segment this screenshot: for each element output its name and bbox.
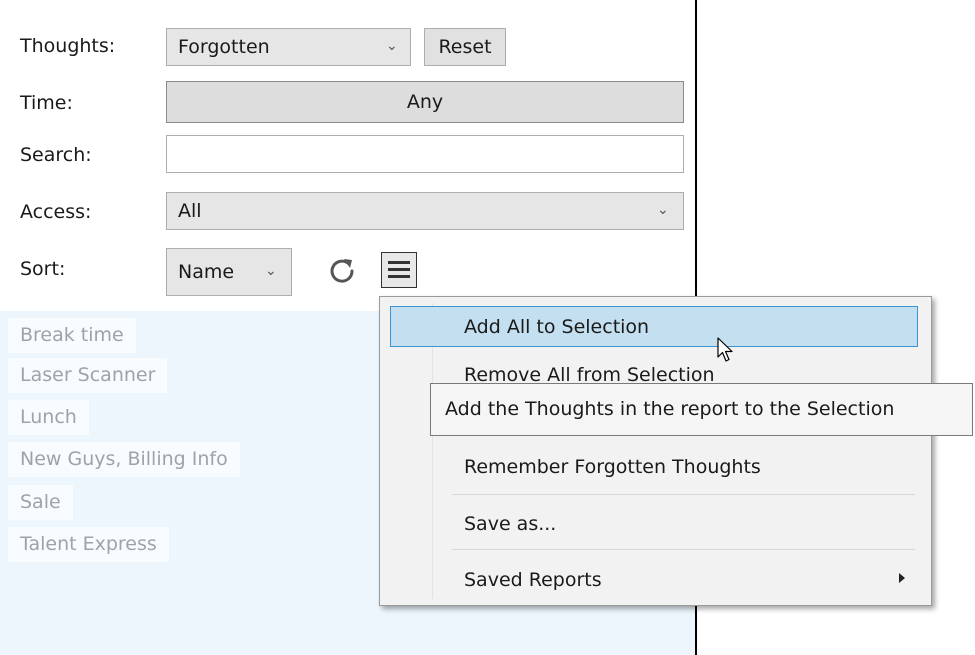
menu-item-saved-reports[interactable]: Saved Reports	[464, 568, 602, 592]
list-item[interactable]: Laser Scanner	[8, 358, 168, 393]
mouse-pointer-icon	[717, 337, 737, 363]
search-input[interactable]	[166, 135, 684, 173]
chevron-down-icon: ⌄	[386, 38, 398, 54]
sort-dropdown-value: Name	[178, 261, 235, 283]
menu-gutter	[432, 303, 433, 599]
tooltip: Add the Thoughts in the report to the Se…	[430, 383, 973, 436]
list-item[interactable]: Break time	[8, 318, 136, 353]
refresh-icon[interactable]	[326, 254, 358, 286]
menu-item-save-as[interactable]: Save as...	[464, 512, 556, 536]
triangle-right-icon	[899, 573, 905, 583]
list-item[interactable]: New Guys, Billing Info	[8, 442, 240, 477]
list-item[interactable]: Lunch	[8, 400, 89, 435]
menu-item-remember-forgotten-thoughts[interactable]: Remember Forgotten Thoughts	[464, 455, 761, 479]
access-dropdown-value: All	[178, 200, 202, 222]
thoughts-dropdown[interactable]: Forgotten ⌄	[166, 28, 411, 66]
sort-label: Sort:	[20, 258, 66, 280]
search-label: Search:	[20, 144, 92, 166]
access-dropdown[interactable]: All ⌄	[166, 192, 684, 230]
thoughts-dropdown-value: Forgotten	[178, 36, 270, 58]
menu-separator	[452, 549, 915, 550]
access-label: Access:	[20, 201, 92, 223]
sort-dropdown[interactable]: Name ⌄	[166, 248, 292, 296]
time-range-button[interactable]: Any	[166, 81, 684, 123]
menu-item-add-all-label: Add All to Selection	[464, 316, 650, 338]
chevron-down-icon: ⌄	[265, 263, 277, 279]
reset-button[interactable]: Reset	[424, 28, 506, 66]
time-label: Time:	[20, 92, 73, 114]
thoughts-label: Thoughts:	[20, 35, 116, 57]
report-context-menu: Add All to Selection Remove All from Sel…	[379, 296, 932, 606]
chevron-down-icon: ⌄	[657, 202, 669, 218]
menu-separator	[452, 494, 915, 495]
list-item[interactable]: Talent Express	[8, 527, 169, 562]
list-item[interactable]: Sale	[8, 485, 73, 520]
hamburger-menu-icon[interactable]	[381, 252, 417, 288]
